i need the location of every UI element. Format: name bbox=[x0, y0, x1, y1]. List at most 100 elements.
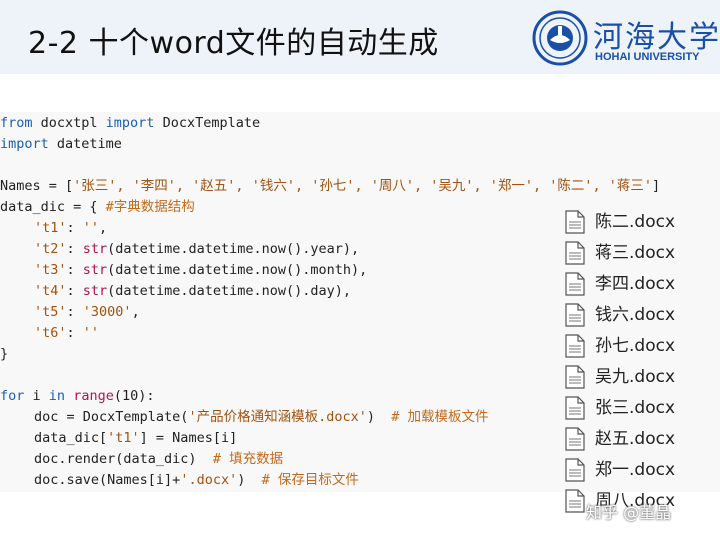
file-item[interactable]: 张三.docx bbox=[565, 394, 715, 422]
builtin-function: str bbox=[82, 241, 108, 257]
document-file-icon bbox=[565, 334, 585, 358]
code-text: ] = Names[i] bbox=[139, 430, 238, 446]
code-line-15: doc = DocxTemplate('产品价格通知涵模板.docx') # 加… bbox=[34, 407, 489, 428]
builtin-function: str bbox=[82, 262, 108, 278]
code-text: (datetime.datetime.now().month), bbox=[107, 262, 368, 278]
code-text: : bbox=[66, 325, 83, 341]
code-line-9: 't4': str(datetime.datetime.now().day), bbox=[34, 281, 351, 302]
file-item[interactable]: 郑一.docx bbox=[565, 456, 715, 484]
file-item[interactable]: 陈二.docx bbox=[565, 208, 715, 236]
code-line-14: for i in range(10): bbox=[0, 386, 154, 407]
slide-title: 2-2 十个word文件的自动生成 bbox=[28, 26, 439, 61]
file-name: 蒋三.docx bbox=[595, 243, 676, 263]
code-line-1: from docxtpl import DocxTemplate bbox=[0, 113, 260, 134]
string-literal: 't1' bbox=[34, 220, 67, 236]
code-text: data_dic = { bbox=[0, 199, 106, 215]
document-file-icon bbox=[565, 458, 585, 482]
code-text: doc.render(data_dic) bbox=[34, 451, 213, 467]
code-text: (10): bbox=[113, 388, 155, 404]
code-line-8: 't3': str(datetime.datetime.now().month)… bbox=[34, 260, 367, 281]
document-file-icon bbox=[565, 396, 585, 420]
code-line-12: } bbox=[0, 344, 8, 365]
code-text: : bbox=[66, 262, 83, 278]
document-file-icon bbox=[565, 303, 585, 327]
code-text: Names = [ bbox=[0, 178, 74, 194]
builtin-function: str bbox=[82, 283, 108, 299]
code-text: } bbox=[0, 346, 9, 362]
code-text: doc = DocxTemplate( bbox=[34, 409, 189, 425]
import-name: DocxTemplate bbox=[154, 115, 261, 131]
code-text: ) bbox=[237, 472, 262, 488]
file-item[interactable]: 吴九.docx bbox=[565, 363, 715, 391]
file-item[interactable]: 钱六.docx bbox=[565, 301, 715, 329]
code-text: ) bbox=[366, 409, 392, 425]
string-literal: '张三', '李四', '赵五', '钱六', '孙七', '周八', '吴九'… bbox=[73, 178, 653, 194]
code-line-4: Names = ['张三', '李四', '赵五', '钱六', '孙七', '… bbox=[0, 176, 660, 197]
string-literal: 't2' bbox=[34, 241, 67, 257]
code-text: data_dic[ bbox=[34, 430, 108, 446]
code-text: , bbox=[131, 304, 140, 320]
code-text: : bbox=[66, 241, 83, 257]
code-text: : bbox=[66, 283, 83, 299]
file-name: 陈二.docx bbox=[595, 212, 676, 232]
file-name: 郑一.docx bbox=[595, 460, 676, 480]
code-line-7: 't2': str(datetime.datetime.now().year), bbox=[34, 239, 359, 260]
keyword: for bbox=[0, 388, 25, 404]
code-line-5: data_dic = { #字典数据结构 bbox=[0, 197, 195, 218]
code-comment: # 加载模板文件 bbox=[391, 409, 489, 425]
document-file-icon bbox=[565, 210, 585, 234]
code-text: , bbox=[99, 220, 108, 236]
file-name: 吴九.docx bbox=[595, 367, 676, 387]
code-line-17: doc.render(data_dic) # 填充数据 bbox=[34, 449, 283, 470]
document-file-icon bbox=[565, 427, 585, 451]
keyword: import bbox=[0, 136, 49, 152]
code-text: (datetime.datetime.now().day), bbox=[107, 283, 352, 299]
string-literal: '产品价格通知涵模板.docx' bbox=[188, 409, 367, 425]
slide-header: 2-2 十个word文件的自动生成 河海大学 HOHAI UNIVERSITY bbox=[0, 0, 720, 74]
module-name: docxtpl bbox=[32, 115, 106, 131]
file-name: 张三.docx bbox=[595, 398, 676, 418]
import-name: datetime bbox=[48, 136, 122, 152]
file-name: 孙七.docx bbox=[595, 336, 676, 356]
builtin-function: range bbox=[73, 388, 114, 404]
string-literal: 't5' bbox=[34, 304, 67, 320]
watermark: 知乎 @董晶 bbox=[586, 503, 672, 522]
university-name-en: HOHAI UNIVERSITY bbox=[595, 51, 700, 63]
code-line-2: import datetime bbox=[0, 134, 122, 155]
string-literal: 't3' bbox=[34, 262, 67, 278]
code-text: (datetime.datetime.now().year), bbox=[107, 241, 360, 257]
keyword: from bbox=[0, 115, 33, 131]
code-text: : bbox=[66, 304, 83, 320]
code-text: i bbox=[24, 388, 49, 404]
university-name-cn: 河海大学 bbox=[593, 20, 720, 55]
string-literal: 't4' bbox=[34, 283, 67, 299]
code-comment: #字典数据结构 bbox=[105, 199, 195, 215]
code-line-11: 't6': '' bbox=[34, 323, 99, 344]
string-literal: 't1' bbox=[107, 430, 140, 446]
code-comment: # 填充数据 bbox=[212, 451, 284, 467]
file-name: 赵五.docx bbox=[595, 429, 676, 449]
file-name: 李四.docx bbox=[595, 274, 676, 294]
document-file-icon bbox=[565, 365, 585, 389]
string-literal: 't6' bbox=[34, 325, 67, 341]
keyword: import bbox=[105, 115, 155, 131]
string-literal: '.docx' bbox=[180, 472, 238, 488]
string-literal: '3000' bbox=[82, 304, 132, 320]
code-text: doc.save(Names[i]+ bbox=[34, 472, 181, 488]
file-item[interactable]: 李四.docx bbox=[565, 270, 715, 298]
string-literal: '' bbox=[82, 220, 100, 236]
file-item[interactable]: 赵五.docx bbox=[565, 425, 715, 453]
file-item[interactable]: 孙七.docx bbox=[565, 332, 715, 360]
code-line-10: 't5': '3000', bbox=[34, 302, 140, 323]
code-text: : bbox=[66, 220, 83, 236]
code-line-18: doc.save(Names[i]+'.docx') # 保存目标文件 bbox=[34, 470, 359, 491]
file-item[interactable]: 蒋三.docx bbox=[565, 239, 715, 267]
document-file-icon bbox=[565, 272, 585, 296]
code-text: ] bbox=[652, 178, 661, 194]
string-literal: '' bbox=[82, 325, 100, 341]
keyword: in bbox=[48, 388, 66, 404]
document-file-icon bbox=[565, 489, 585, 513]
university-seal-icon bbox=[532, 10, 588, 66]
code-comment: # 保存目标文件 bbox=[261, 472, 359, 488]
